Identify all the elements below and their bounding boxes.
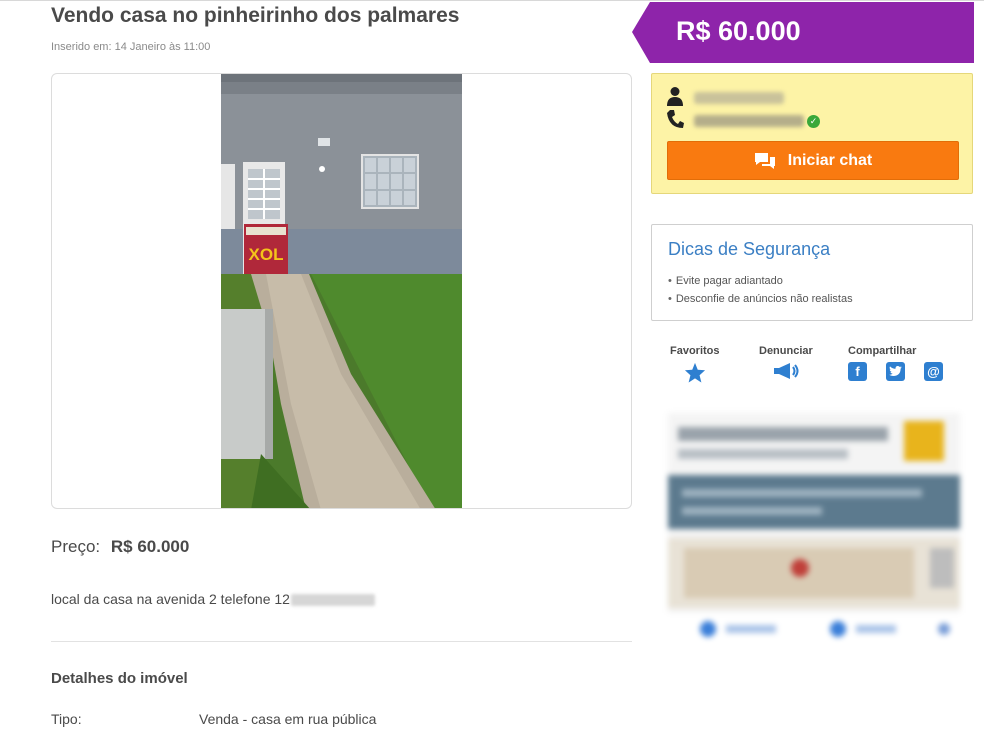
person-icon (666, 86, 684, 111)
share-label: Compartilhar (848, 345, 917, 357)
section-divider (51, 641, 632, 642)
facebook-icon[interactable]: f (848, 362, 867, 381)
seller-phone-line[interactable]: ✓ (666, 109, 820, 134)
inserted-date: Inserido em: 14 Janeiro às 11:00 (51, 41, 211, 53)
seller-contact-box: ✓ Iniciar chat (651, 73, 973, 194)
redacted-phone (290, 594, 375, 607)
verified-check-icon: ✓ (807, 114, 820, 128)
price-label: Preço: (51, 537, 101, 556)
photo-gallery[interactable]: XOL (51, 73, 632, 509)
start-chat-label: Iniciar chat (787, 151, 873, 169)
detail-value: Venda - casa em rua pública (199, 711, 377, 727)
share-action: Compartilhar f @ (848, 345, 962, 381)
twitter-icon[interactable] (886, 362, 905, 381)
seller-name-redacted (694, 92, 784, 104)
safety-tip: Evite pagar adiantado (668, 275, 783, 287)
report-action[interactable]: Denunciar (759, 345, 813, 383)
listing-description: local da casa na avenida 2 telefone 12 (51, 591, 375, 607)
favorites-action[interactable]: Favoritos (670, 345, 720, 386)
chat-bubbles-icon (754, 152, 775, 169)
phone-icon (666, 109, 684, 134)
share-icons: f @ (848, 362, 962, 381)
safety-tips-box: Dicas de Segurança Evite pagar adiantado… (651, 224, 973, 321)
price-value: R$ 60.000 (110, 537, 190, 556)
listing-title: Vendo casa no pinheirinho dos palmares (51, 4, 460, 27)
ad-graphic (668, 413, 960, 652)
email-at-icon[interactable]: @ (924, 362, 943, 381)
top-border (0, 0, 984, 1)
seller-name-line (666, 86, 784, 111)
blurred-advertisement[interactable] (668, 413, 960, 652)
detail-key: Tipo: (51, 711, 82, 727)
safety-tips-title: Dicas de Segurança (668, 239, 831, 259)
price-banner-text: R$ 60.000 (676, 16, 801, 46)
price-banner: R$ 60.000 (632, 2, 974, 63)
favorites-label: Favoritos (670, 345, 720, 357)
listing-actions: Favoritos Denunciar Compartilhar f @ (651, 345, 973, 390)
seller-phone-redacted (694, 115, 804, 127)
report-label: Denunciar (759, 345, 813, 357)
description-text: local da casa na avenida 2 telefone 12 (51, 591, 290, 607)
details-title: Detalhes do imóvel (51, 670, 188, 687)
start-chat-button[interactable]: Iniciar chat (667, 141, 959, 180)
price-row: Preço: R$ 60.000 (51, 537, 189, 557)
svg-text:XOL: XOL (249, 245, 284, 264)
megaphone-icon[interactable] (772, 362, 800, 380)
listing-photo[interactable]: XOL (221, 74, 462, 508)
safety-tip: Desconfie de anúncios não realistas (668, 293, 853, 305)
star-icon[interactable] (684, 362, 706, 383)
